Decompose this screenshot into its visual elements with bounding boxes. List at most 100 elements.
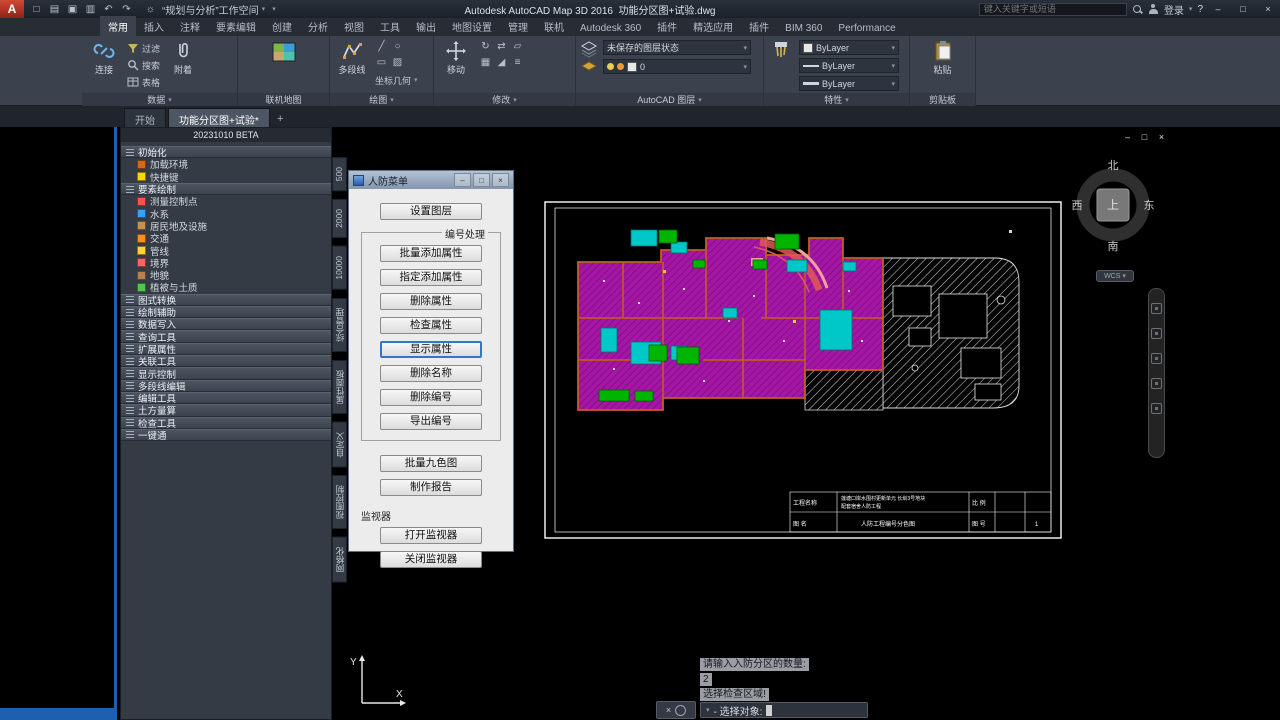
palette-section-13[interactable]: 绘制辅助 xyxy=(121,306,331,318)
palette-item-9[interactable]: 境界 xyxy=(121,257,331,269)
circle-icon[interactable]: ○ xyxy=(391,40,404,53)
numbering-button-7[interactable]: 导出编号 xyxy=(380,413,482,430)
palette-section-17[interactable]: 关联工具 xyxy=(121,355,331,367)
dialog-close-button[interactable]: × xyxy=(492,173,509,187)
offset-icon[interactable]: ▱ xyxy=(511,40,524,53)
lineweight-combo[interactable]: ByLayer▾ xyxy=(799,76,899,91)
dialog-title-bar[interactable]: 人防菜单 – □ × xyxy=(349,171,513,189)
palette-section-12[interactable]: 图式转换 xyxy=(121,294,331,306)
polyline-button[interactable]: 多段线 xyxy=(334,40,370,76)
help-icon[interactable]: ? xyxy=(1197,4,1203,15)
new-drawing-tab-button[interactable]: + xyxy=(272,110,289,127)
monitor-button-0[interactable]: 打开监视器 xyxy=(380,527,482,544)
rotate-icon[interactable]: ↻ xyxy=(479,40,492,53)
panel-label-clipboard[interactable]: 剪贴板 xyxy=(910,93,975,106)
online-map-button[interactable] xyxy=(262,40,306,66)
side-tab-1[interactable]: 2000 xyxy=(332,199,347,238)
numbering-button-4[interactable]: 显示属性 xyxy=(380,341,482,358)
layer-state-combo[interactable]: 未保存的图层状态▾ xyxy=(603,40,751,55)
numbering-button-0[interactable]: 批量添加属性 xyxy=(380,245,482,262)
ribbon-tab-4[interactable]: 创建 xyxy=(264,16,300,36)
cancel-icon[interactable]: × xyxy=(666,705,671,715)
match-properties-button[interactable] xyxy=(768,40,794,62)
object-color-combo[interactable]: ByLayer▾ xyxy=(799,40,899,55)
action-button-1[interactable]: 制作报告 xyxy=(380,479,482,496)
zoom-icon[interactable] xyxy=(1151,353,1162,364)
monitor-button-1[interactable]: 关闭监视器 xyxy=(380,551,482,568)
ribbon-tab-5[interactable]: 分析 xyxy=(300,16,336,36)
side-tab-3[interactable]: 综合管理 xyxy=(332,298,347,352)
panel-label-properties[interactable]: 特性▾ xyxy=(764,93,909,106)
dialog-maximize-button[interactable]: □ xyxy=(473,173,490,187)
numbering-button-5[interactable]: 删除名称 xyxy=(380,365,482,382)
side-tab-2[interactable]: 10000 xyxy=(332,246,347,290)
side-tab-7[interactable]: 网格化 xyxy=(332,537,347,583)
ribbon-tab-13[interactable]: 插件 xyxy=(649,16,685,36)
orbit-icon[interactable] xyxy=(1151,378,1162,389)
palette-section-14[interactable]: 数据写入 xyxy=(121,318,331,330)
panel-label-modify[interactable]: 修改▾ xyxy=(434,93,575,106)
palette-item-8[interactable]: 管线 xyxy=(121,244,331,256)
palette-item-1[interactable]: 加载环境 xyxy=(121,158,331,170)
palette-section-0[interactable]: 初始化 xyxy=(121,146,331,158)
plot-icon[interactable]: ▥ xyxy=(82,2,99,17)
drawing-restore-button[interactable]: □ xyxy=(1139,132,1150,142)
drawing-close-button[interactable]: × xyxy=(1156,132,1167,142)
redo-icon[interactable]: ↷ xyxy=(118,2,135,17)
recent-commands-icon[interactable]: ▾ xyxy=(706,706,710,714)
ribbon-tab-0[interactable]: 常用 xyxy=(100,16,136,36)
chevron-down-icon[interactable]: ▾ xyxy=(1189,5,1193,13)
command-input[interactable]: ▾ - 选择对象: xyxy=(700,702,868,718)
app-logo-icon[interactable]: A xyxy=(0,0,24,18)
palette-section-15[interactable]: 查询工具 xyxy=(121,330,331,342)
table-button[interactable]: 表格 xyxy=(127,74,160,90)
ribbon-tab-10[interactable]: 管理 xyxy=(500,16,536,36)
palette-item-11[interactable]: 植被与土质 xyxy=(121,281,331,293)
side-tab-4[interactable]: 属性面板 xyxy=(332,360,347,414)
ribbon-tab-14[interactable]: 精选应用 xyxy=(685,16,741,36)
wcs-selector[interactable]: WCS▾ xyxy=(1096,270,1134,282)
set-layer-button[interactable]: 设置图层 xyxy=(380,203,482,220)
search-input[interactable] xyxy=(979,3,1127,16)
search-icon[interactable] xyxy=(1132,4,1143,15)
dialog-minimize-button[interactable]: – xyxy=(454,173,471,187)
panel-label-data[interactable]: 数据▾ xyxy=(82,93,237,106)
numbering-button-6[interactable]: 删除编号 xyxy=(380,389,482,406)
search-table-button[interactable]: 搜索 xyxy=(127,57,160,73)
palette-item-6[interactable]: 居民地及设施 xyxy=(121,220,331,232)
window-close-button[interactable]: × xyxy=(1258,2,1278,16)
rectangle-icon[interactable]: ▭ xyxy=(375,56,388,69)
ribbon-tab-1[interactable]: 插入 xyxy=(136,16,172,36)
palette-section-21[interactable]: 土方量算 xyxy=(121,404,331,416)
ribbon-tab-17[interactable]: Performance xyxy=(830,20,903,36)
palette-header[interactable]: 20231010 BETA xyxy=(121,128,331,142)
pan-icon[interactable] xyxy=(1151,328,1162,339)
action-button-0[interactable]: 批量九色图 xyxy=(380,455,482,472)
ribbon-tab-16[interactable]: BIM 360 xyxy=(777,20,830,36)
mirror-icon[interactable]: ⇄ xyxy=(495,40,508,53)
showmotion-icon[interactable] xyxy=(1151,403,1162,414)
new-file-icon[interactable]: □ xyxy=(28,2,45,17)
numbering-button-3[interactable]: 检查属性 xyxy=(380,317,482,334)
drawing-canvas[interactable]: 工程名称 莲塘口岸水围村更新单元 长圳3号地块 配套宿舍人防工程 比 例 图 名… xyxy=(543,200,1063,540)
hatch-icon[interactable]: ▨ xyxy=(391,56,404,69)
sign-in-button[interactable]: 登录 xyxy=(1164,2,1184,17)
workspace-switcher[interactable]: ☼ “规划与分析”工作空间 ▾ xyxy=(136,2,271,17)
ribbon-tab-12[interactable]: Autodesk 360 xyxy=(572,20,649,36)
layer-properties-icon[interactable] xyxy=(580,40,598,58)
paste-button[interactable]: 粘贴 xyxy=(925,40,961,76)
ribbon-tab-2[interactable]: 注释 xyxy=(172,16,208,36)
open-file-icon[interactable]: ▤ xyxy=(46,2,63,17)
window-minimize-button[interactable]: – xyxy=(1208,2,1228,16)
window-maximize-button[interactable]: □ xyxy=(1233,2,1253,16)
panel-label-layers[interactable]: AutoCAD 图层▾ xyxy=(576,93,763,106)
side-tab-0[interactable]: 500 xyxy=(332,157,347,191)
palette-section-16[interactable]: 扩展属性 xyxy=(121,343,331,355)
viewcube[interactable]: 上 北 西 东 南 xyxy=(1069,155,1157,255)
undo-icon[interactable]: ↶ xyxy=(100,2,117,17)
palette-item-10[interactable]: 地貌 xyxy=(121,269,331,281)
palette-section-23[interactable]: 一键通 xyxy=(121,429,331,441)
palette-section-20[interactable]: 编辑工具 xyxy=(121,392,331,404)
numbering-button-1[interactable]: 指定添加属性 xyxy=(380,269,482,286)
ribbon-tab-3[interactable]: 要素编辑 xyxy=(208,16,264,36)
